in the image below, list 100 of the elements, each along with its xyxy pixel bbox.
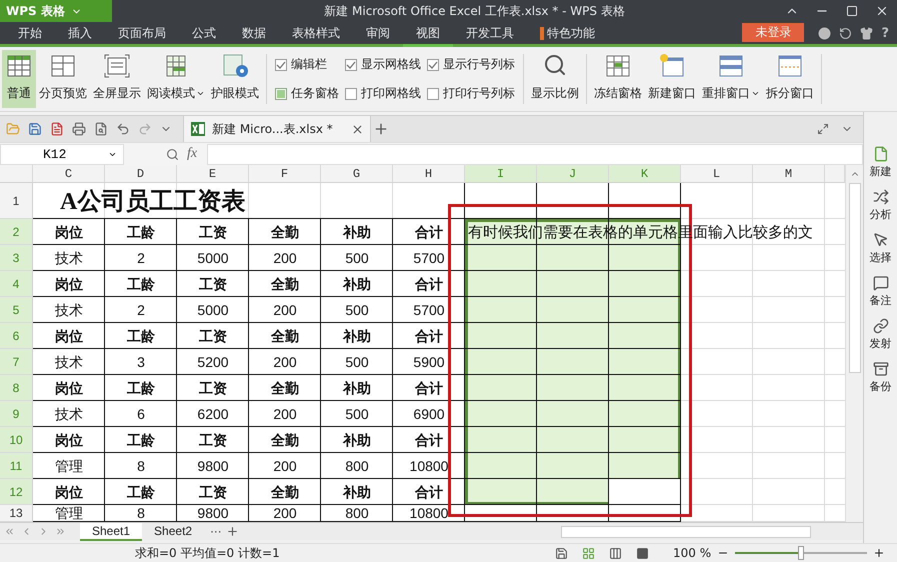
row-header[interactable]: 7 [0, 349, 33, 375]
checkbox-label: 编辑栏 [291, 56, 327, 73]
close-icon[interactable] [875, 4, 889, 18]
sidebar-button[interactable]: 发射 [870, 318, 892, 351]
sidebar-button[interactable]: 备注 [870, 275, 892, 308]
checkbox[interactable] [427, 58, 439, 70]
row-header[interactable]: 1 [0, 183, 33, 219]
document-tab[interactable]: 新建 Micro...表.xlsx * [183, 116, 371, 142]
row-header[interactable]: 12 [0, 479, 33, 505]
view-mode-button[interactable]: 阅读模式 [144, 50, 208, 108]
login-button[interactable]: 未登录 [742, 23, 804, 42]
first-sheet-icon[interactable] [4, 526, 15, 537]
menu-tab[interactable]: 表格样式 [279, 22, 353, 47]
table-cell: 补助 [343, 484, 371, 500]
window-button[interactable]: 新建窗口 [645, 50, 699, 108]
app-menu-button[interactable]: WPS 表格 [0, 0, 112, 22]
reading-view-icon[interactable] [636, 546, 649, 560]
menu-tab[interactable]: 开发工具 [453, 22, 527, 47]
table-cell: 5000 [197, 302, 229, 318]
sidebar-button[interactable]: 分析 [870, 189, 892, 222]
menu-tab[interactable]: 特色功能 [527, 22, 608, 47]
circle-icon[interactable] [818, 26, 832, 40]
checkbox[interactable] [427, 88, 439, 100]
column-header[interactable]: K [609, 165, 681, 183]
sheet-tab[interactable]: Sheet2 [142, 522, 204, 540]
column-header[interactable]: H [393, 165, 465, 183]
shirt-icon[interactable] [860, 26, 874, 40]
table-cell: 全勤 [271, 276, 299, 292]
menu-tab[interactable]: 插入 [55, 22, 105, 47]
formula-field[interactable] [207, 144, 863, 164]
row-header[interactable]: 10 [0, 427, 33, 453]
checkbox[interactable] [345, 58, 357, 70]
view-mode-button[interactable]: 护眼模式 [208, 50, 262, 108]
checkbox[interactable] [345, 88, 357, 100]
checkbox[interactable] [275, 58, 287, 70]
sidebar-button[interactable]: 备份 [870, 361, 892, 394]
name-box[interactable]: K12 [0, 144, 124, 164]
column-header[interactable]: F [249, 165, 321, 183]
row-header[interactable]: 4 [0, 271, 33, 297]
view-mode-button[interactable]: 分页预览 [36, 50, 90, 108]
refresh-icon[interactable] [839, 26, 852, 40]
menu-tab[interactable]: 审阅 [353, 22, 403, 47]
table-cell: 工龄 [127, 432, 155, 448]
table-cell: 9800 [197, 506, 229, 521]
column-header[interactable]: M [753, 165, 825, 183]
view-mode-button[interactable]: 全屏显示 [90, 50, 144, 108]
row-header[interactable]: 5 [0, 297, 33, 323]
column-header[interactable]: C [33, 165, 105, 183]
table-cell: 全勤 [271, 328, 299, 344]
restore-icon[interactable] [817, 123, 829, 135]
table-cell: 2 [137, 250, 145, 266]
checkbox[interactable] [275, 88, 287, 100]
menu-tab[interactable]: 页面布局 [105, 22, 179, 47]
zoom-percent: 100 % [673, 546, 712, 560]
menu-tab[interactable]: 开始 [5, 22, 55, 47]
row-header[interactable]: 9 [0, 401, 33, 427]
add-tab-icon[interactable] [372, 121, 389, 137]
row-header[interactable]: 11 [0, 453, 33, 479]
zoom-button[interactable]: 显示比例 [528, 50, 582, 108]
column-header[interactable]: G [321, 165, 393, 183]
column-header[interactable]: J [537, 165, 609, 183]
last-sheet-icon[interactable] [55, 526, 66, 537]
column-header[interactable]: I [465, 165, 537, 183]
row-header[interactable]: 6 [0, 323, 33, 349]
table-cell: 8 [137, 506, 145, 521]
sidebar-button[interactable]: 新建 [870, 146, 892, 179]
column-header[interactable]: E [177, 165, 249, 183]
save-view-icon[interactable] [555, 546, 568, 560]
zoom-in-icon[interactable] [873, 547, 886, 559]
window-button[interactable]: 冻结窗格 [591, 50, 645, 108]
table-cell: 全勤 [271, 224, 299, 240]
column-header[interactable]: D [105, 165, 177, 183]
maximize-icon[interactable] [846, 5, 858, 17]
checkbox-label: 任务窗格 [291, 85, 339, 102]
more-sheets-button[interactable]: ··· [210, 524, 222, 538]
table-cell: 工龄 [127, 224, 155, 240]
page-view-icon[interactable] [609, 546, 622, 560]
row-header[interactable]: 3 [0, 245, 33, 271]
window-button[interactable]: 拆分窗口 [763, 50, 817, 108]
row-header[interactable]: 8 [0, 375, 33, 401]
sidebar-button[interactable]: 选择 [870, 232, 892, 265]
table-cell: 工龄 [127, 328, 155, 344]
row-header[interactable]: 2 [0, 219, 33, 245]
table-cell: 合计 [415, 432, 443, 448]
window-button[interactable]: 重排窗口 [699, 50, 763, 108]
sheet-tab[interactable]: Sheet1 [80, 522, 142, 540]
table-cell: 岗位 [55, 276, 83, 292]
help-button[interactable]: ? [881, 26, 889, 40]
vertical-scrollbar[interactable] [845, 165, 863, 522]
view-mode-button[interactable]: 普通 [2, 50, 36, 108]
menu-tab[interactable]: 数据 [229, 22, 279, 47]
file-icon [872, 146, 888, 162]
add-sheet-icon[interactable] [226, 525, 239, 538]
column-header[interactable]: L [681, 165, 753, 183]
row-header[interactable]: 13 [0, 505, 33, 522]
normal-view-icon[interactable] [582, 546, 595, 560]
table-cell: 岗位 [55, 380, 83, 396]
close-icon[interactable] [350, 122, 364, 136]
search-icon[interactable] [166, 148, 179, 160]
menu-tab[interactable]: 公式 [179, 22, 229, 47]
